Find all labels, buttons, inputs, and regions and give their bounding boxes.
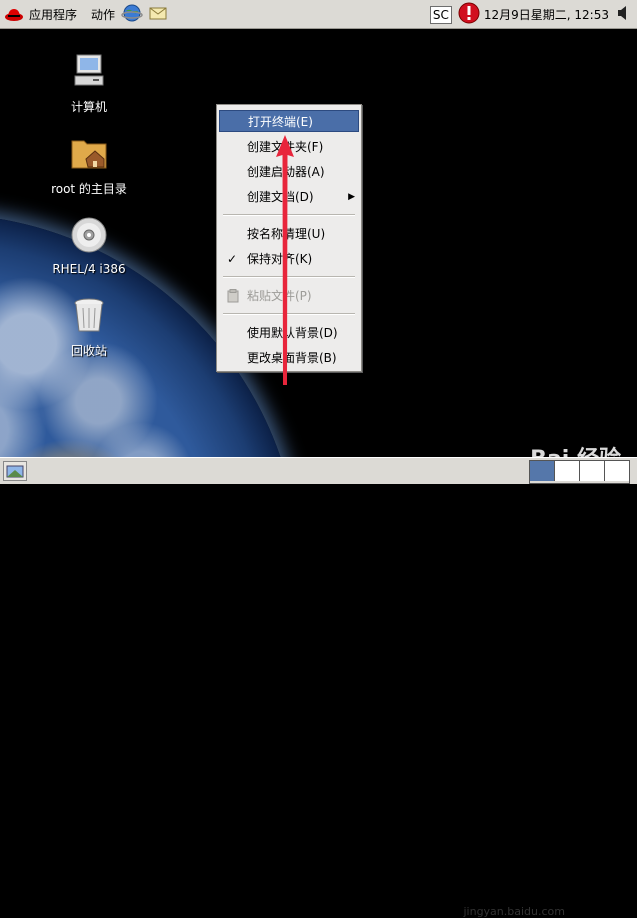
volume-icon[interactable] bbox=[617, 5, 629, 24]
workspace-switcher[interactable] bbox=[529, 460, 630, 484]
desktop-icon-trash[interactable]: 回收站 bbox=[34, 295, 144, 359]
red-annotation-arrow-icon bbox=[276, 135, 294, 385]
desktop-icon-label: 计算机 bbox=[70, 100, 107, 114]
show-desktop-icon bbox=[6, 465, 24, 478]
applications-menu-label: 应用程序 bbox=[29, 7, 78, 22]
desktop-icon-home[interactable]: root 的主目录 bbox=[34, 133, 144, 197]
workspace-3[interactable] bbox=[580, 461, 605, 481]
trash-icon bbox=[74, 298, 104, 332]
actions-menu-label: 动作 bbox=[91, 7, 116, 22]
menu-item-open-terminal[interactable]: 打开终端(E) bbox=[219, 110, 359, 132]
workspace-4[interactable] bbox=[605, 461, 629, 481]
update-alert-icon[interactable] bbox=[458, 2, 480, 27]
computer-icon bbox=[74, 54, 104, 86]
home-folder-icon bbox=[71, 140, 107, 169]
redhat-logo-icon bbox=[5, 9, 23, 21]
workspace-1[interactable] bbox=[530, 461, 555, 481]
show-desktop-button[interactable] bbox=[3, 461, 27, 481]
menu-item-label: 打开终端(E) bbox=[248, 115, 313, 129]
desktop-icon-computer[interactable]: 计算机 bbox=[34, 51, 144, 115]
web-browser-launcher-icon[interactable] bbox=[121, 2, 143, 27]
applications-menu[interactable]: 应用程序 bbox=[0, 0, 81, 29]
bottom-panel: jingyan.baidu.com bbox=[0, 457, 637, 918]
baidu-watermark: Bai 经验 bbox=[530, 441, 621, 457]
desktop-icon-cdrom[interactable]: RHEL/4 i386 bbox=[34, 215, 144, 276]
clock[interactable]: 12月9日星期二, 12:53 bbox=[484, 6, 609, 23]
mail-launcher-icon[interactable] bbox=[147, 2, 169, 27]
checkmark-icon: ✓ bbox=[227, 252, 238, 266]
desktop-icon-label: 回收站 bbox=[70, 344, 107, 358]
actions-menu[interactable]: 动作 bbox=[87, 0, 119, 29]
cdrom-icon bbox=[71, 217, 107, 253]
paste-icon bbox=[227, 289, 239, 303]
top-panel: 应用程序 动作 SC 12月9日星期二, 12:53 bbox=[0, 0, 637, 29]
desktop-icon-label: root 的主目录 bbox=[51, 182, 127, 196]
workspace-2[interactable] bbox=[555, 461, 580, 481]
submenu-arrow-icon: ▶ bbox=[348, 192, 355, 202]
desktop-icon-label: RHEL/4 i386 bbox=[52, 262, 126, 276]
watermark-url: jingyan.baidu.com bbox=[463, 905, 565, 918]
sc-indicator[interactable]: SC bbox=[429, 5, 452, 24]
